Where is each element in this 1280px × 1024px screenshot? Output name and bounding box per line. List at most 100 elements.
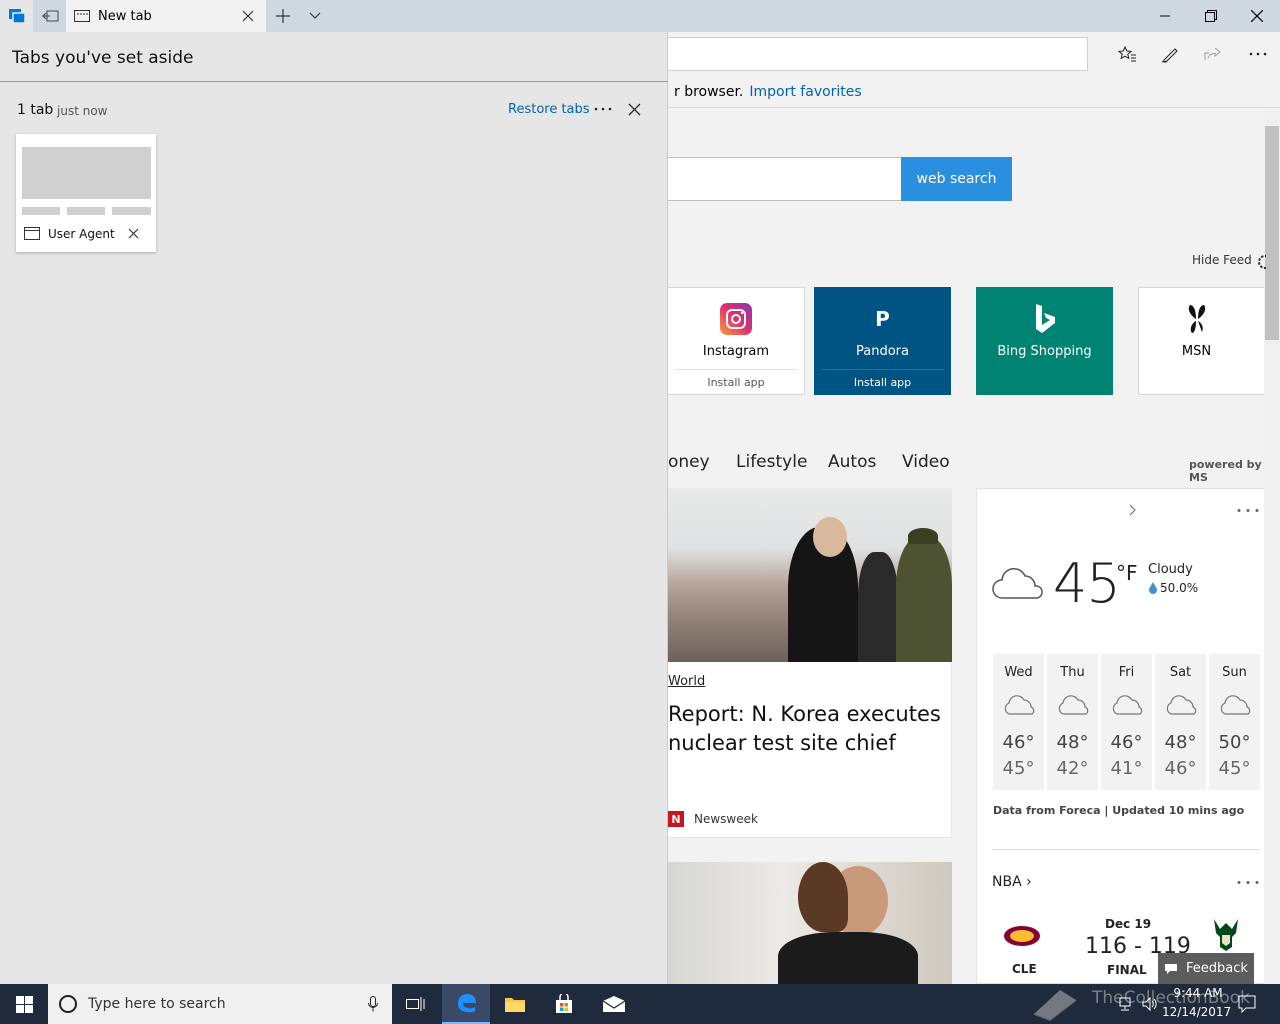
nav-autos[interactable]: Autos [828,452,876,472]
set-aside-button[interactable] [33,0,66,32]
feedback-label: Feedback [1186,961,1248,976]
tile-msn[interactable]: MSN [1138,287,1264,395]
share-icon[interactable] [1201,44,1225,64]
chevron-right-icon[interactable] [1129,504,1137,516]
more-icon[interactable] [594,107,612,111]
tab-preview-button[interactable] [302,0,328,32]
tab-page-icon [74,10,90,22]
tile-label: MSN [1181,344,1212,359]
windows-logo-icon [15,995,33,1013]
forecast-high: 46° [1110,732,1143,753]
tab-new-tab[interactable]: New tab [66,0,266,32]
web-search-button[interactable]: web search [901,157,1012,201]
nav-lifestyle[interactable]: Lifestyle [736,452,807,472]
task-view-button[interactable] [392,984,440,1024]
more-icon[interactable] [1237,508,1259,513]
forecast-high: 48° [1056,732,1089,753]
favorites-icon[interactable] [1115,44,1139,64]
news-image[interactable] [668,488,952,662]
address-bar[interactable] [668,37,1088,71]
temperature-unit[interactable]: °F [1116,561,1138,585]
folder-icon [505,998,525,1012]
store-button[interactable] [540,984,588,1024]
nav-money[interactable]: oney [668,452,710,472]
tile-pandora[interactable]: P Pandora Install app [814,287,951,395]
feedback-button[interactable]: Feedback [1158,953,1254,984]
nav-video[interactable]: Video [902,452,950,472]
news-category[interactable]: World [668,674,705,689]
action-center-icon[interactable] [1238,995,1256,1013]
network-icon[interactable] [1118,996,1134,1012]
notes-icon[interactable] [1158,44,1182,64]
scrollbar-thumb[interactable] [1265,126,1279,340]
infobar-text: r browser. [674,83,744,100]
edge-taskbar-button[interactable] [442,984,490,1024]
hide-feed-link[interactable]: Hide Feed [1192,253,1252,267]
news-source: N Newsweek [668,811,758,827]
minimize-button[interactable] [1142,0,1188,32]
msn-butterfly-icon [1188,305,1205,333]
tab-bar: New tab [0,0,1280,32]
start-button[interactable] [0,984,48,1024]
close-icon [1251,10,1263,22]
chevron-right-icon: › [1026,874,1032,890]
powered-by-label: powered by MS [1189,458,1262,484]
forecast-day[interactable]: Sun 50° 45° [1209,654,1260,790]
cloud-icon [992,568,1043,599]
nba-link[interactable]: NBA › [992,874,1032,890]
web-search-input[interactable] [668,157,902,201]
game-status: FINAL [1107,963,1147,977]
news-headline[interactable]: Report: N. Korea executes nuclear test s… [668,700,948,758]
close-icon[interactable] [128,228,139,239]
more-icon[interactable] [1246,44,1270,64]
volume-icon[interactable] [1142,996,1158,1012]
pane-title: Tabs you've set aside [12,48,194,68]
forecast-day[interactable]: Wed 46° 45° [993,654,1044,790]
more-icon[interactable] [1237,880,1259,885]
taskbar-search-box[interactable]: Type here to search [48,984,392,1024]
restore-button[interactable] [1188,0,1234,32]
tile-label: Bing Shopping [997,344,1092,359]
forecast-day[interactable]: Thu 48° 42° [1047,654,1098,790]
tab-page-icon [24,227,40,240]
import-favorites-link[interactable]: Import favorites [749,84,861,100]
install-app-label: Install app [674,369,798,395]
file-explorer-button[interactable] [491,984,539,1024]
forecast-day-name: Sun [1222,665,1247,680]
install-app-label: Install app [821,369,944,395]
forecast-day[interactable]: Fri 46° 41° [1101,654,1152,790]
tab-group-count: 1 tab [17,102,54,118]
mail-button[interactable] [590,984,638,1024]
instagram-icon [720,303,752,335]
clock-date[interactable]: 12/14/2017 [1162,1005,1231,1019]
close-tab-icon[interactable] [242,10,254,22]
news-image-2[interactable] [668,862,952,984]
gear-icon[interactable] [1256,253,1266,271]
divider [992,849,1260,850]
restore-tabs-link[interactable]: Restore tabs [508,102,590,117]
tabs-aside-button[interactable] [0,0,33,32]
taskbar-search-placeholder: Type here to search [88,996,226,1012]
clock-time[interactable]: 9:44 AM [1168,986,1228,1000]
tile-instagram[interactable]: Instagram Install app [668,287,805,395]
tile-bing-shopping[interactable]: Bing Shopping [976,287,1113,395]
close-window-button[interactable] [1234,0,1280,32]
rain-drop-icon [1149,582,1157,594]
team-left: CLE [1012,962,1037,976]
weather-data-source: Data from Foreca | Updated 10 mins ago [993,804,1245,817]
forecast-day-name: Sat [1169,665,1192,680]
forecast-low: 45° [1002,758,1035,779]
plus-icon [276,9,290,23]
tabs-aside-icon [8,9,26,24]
cloud-icon [1058,695,1088,715]
restore-icon [1205,10,1217,22]
task-view-icon [406,997,425,1011]
newsweek-logo: N [668,811,684,827]
close-icon[interactable] [628,103,641,116]
microphone-icon[interactable] [368,996,378,1012]
new-tab-button[interactable] [270,0,296,32]
forecast-low: 41° [1110,758,1143,779]
forecast-day[interactable]: Sat 48° 46° [1155,654,1206,790]
bing-icon [1035,304,1055,333]
forecast-low: 42° [1056,758,1089,779]
